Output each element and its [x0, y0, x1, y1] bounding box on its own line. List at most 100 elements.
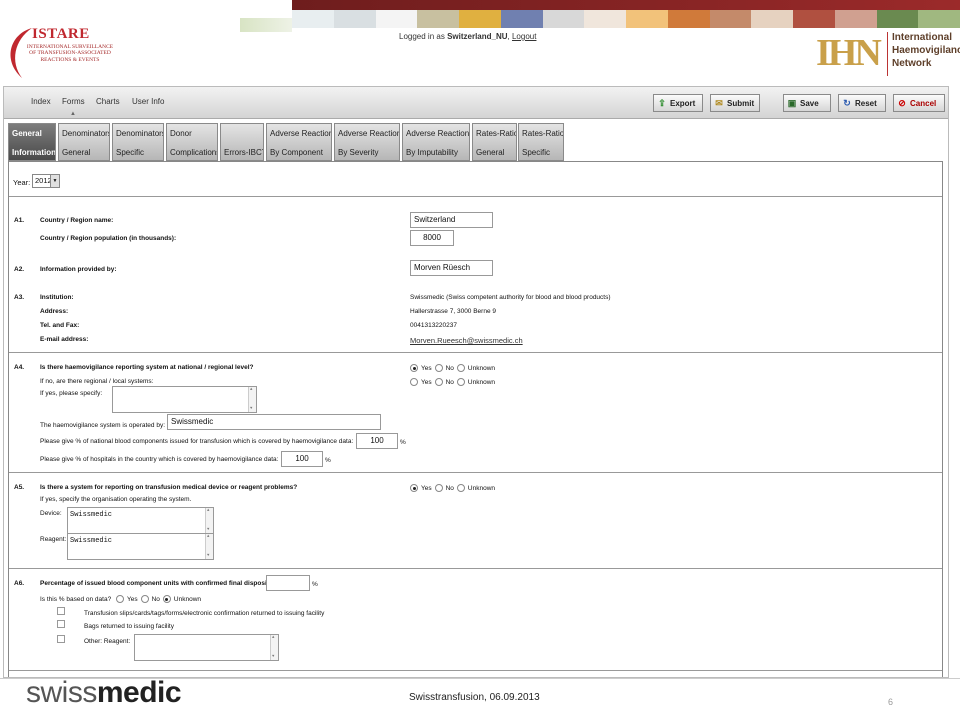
a6-unknown-radio[interactable]: [162, 595, 171, 603]
tab-line1: Adverse Reactions: [270, 129, 332, 138]
a6-percent-input[interactable]: [266, 575, 310, 591]
a5-radio-group: Yes No Unknown: [410, 484, 495, 492]
institution-value: Swissmedic (Swiss competent authority fo…: [410, 294, 611, 301]
radio-label: No: [445, 364, 454, 372]
tab-donor-complications[interactable]: Donor Complications: [166, 123, 218, 161]
section-id-a2: A2.: [14, 266, 25, 273]
header-image-strip-left: [240, 18, 292, 32]
radio-label: Unknown: [467, 378, 496, 386]
divider: [9, 472, 942, 473]
a4-regional-no-radio[interactable]: [434, 378, 443, 386]
a4-regional-unknown-radio[interactable]: [456, 378, 465, 386]
a4-unknown-radio[interactable]: [456, 364, 465, 372]
section-id-a4: A4.: [14, 364, 25, 371]
percent-sign: %: [312, 581, 318, 588]
scrollbar[interactable]: [205, 508, 213, 533]
radio-label: No: [445, 378, 454, 386]
tab-rates-ratio-general[interactable]: Rates-Ratio General: [472, 123, 517, 161]
scrollbar[interactable]: [248, 387, 256, 412]
submit-icon: ✉: [715, 98, 723, 108]
tab-general-information[interactable]: General Information: [8, 123, 56, 161]
menu-forms[interactable]: Forms: [62, 97, 85, 106]
tab-line1: Denominators: [62, 129, 110, 138]
tab-adverse-reactions-by-severity[interactable]: Adverse Reactions By Severity: [334, 123, 400, 161]
pct-blood-input[interactable]: 100: [356, 433, 398, 449]
tab-adverse-reactions-by-component[interactable]: Adverse Reactions By Component: [266, 123, 332, 161]
operated-by-label: The haemovigilance system is operated by…: [40, 422, 166, 429]
save-icon: ▣: [787, 98, 797, 108]
footer-caption: Swisstransfusion, 06.09.2013: [409, 692, 540, 703]
pct-hospitals-label: Please give % of hospitals in the countr…: [40, 456, 279, 463]
tab-denominators-specific[interactable]: Denominators Specific: [112, 123, 164, 161]
chevron-down-icon: ▼: [50, 175, 59, 187]
scrollbar[interactable]: [205, 534, 213, 559]
logout-link[interactable]: Logout: [512, 32, 536, 41]
tel-fax-value: 0041313220237: [410, 322, 457, 329]
a6-question: Percentage of issued blood component uni…: [40, 580, 281, 587]
a5-unknown-radio[interactable]: [456, 484, 465, 492]
a5-yes-radio[interactable]: [410, 484, 418, 492]
export-button[interactable]: ⇪ Export: [653, 94, 703, 112]
a4-regional-yes-radio[interactable]: [410, 378, 418, 386]
general-information-form: Year: 2012 ▼ A1. Country / Region name: …: [8, 161, 943, 677]
divider: [9, 352, 942, 353]
a5-no-radio[interactable]: [434, 484, 443, 492]
ihn-name: International Haemovigilance Network: [892, 31, 960, 70]
a4-yes-radio[interactable]: [410, 364, 418, 372]
operated-by-input[interactable]: Swissmedic: [167, 414, 381, 430]
cancel-button[interactable]: ⊘ Cancel: [893, 94, 945, 112]
year-select[interactable]: 2012 ▼: [32, 174, 60, 188]
address-label: Address:: [40, 308, 69, 315]
a6-option1-label: Transfusion slips/cards/tags/forms/elect…: [84, 610, 325, 617]
a6-no-radio[interactable]: [140, 595, 149, 603]
scrollbar[interactable]: [270, 635, 278, 660]
save-button[interactable]: ▣ Save: [783, 94, 831, 112]
country-name-input[interactable]: Switzerland: [410, 212, 493, 228]
population-input[interactable]: 8000: [410, 230, 454, 246]
istare-title: ISTARE: [32, 26, 90, 42]
tab-errors-ibct[interactable]: Errors-IBCT: [220, 123, 264, 161]
email-label: E-mail address:: [40, 336, 89, 343]
tab-line1: Rates-Ratio: [522, 129, 564, 138]
a6-option1-checkbox[interactable]: [57, 607, 65, 615]
reset-button[interactable]: ↻ Reset: [838, 94, 886, 112]
reagent-value: Swissmedic: [70, 537, 113, 545]
radio-label: Unknown: [467, 364, 496, 372]
istare-logo: ISTARE International Surveillance of Tra…: [2, 22, 114, 82]
regional-systems-label: If no, are there regional / local system…: [40, 378, 154, 385]
menu-index[interactable]: Index: [31, 97, 51, 106]
a4-no-radio[interactable]: [434, 364, 443, 372]
a6-option3-checkbox[interactable]: [57, 635, 65, 643]
menu-user-info[interactable]: User Info: [132, 97, 164, 106]
submit-button[interactable]: ✉ Submit: [710, 94, 760, 112]
section-id-a1: A1.: [14, 217, 25, 224]
tab-denominators-general[interactable]: Denominators General: [58, 123, 110, 161]
device-textarea[interactable]: Swissmedic: [67, 507, 214, 534]
istare-subtitle: International Surveillance of Transfusio…: [26, 44, 114, 63]
tab-line1: Denominators: [116, 129, 164, 138]
device-label: Device:: [40, 510, 62, 517]
a6-yes-radio[interactable]: [116, 595, 124, 603]
percent-sign: %: [325, 457, 331, 464]
pct-hospitals-input[interactable]: 100: [281, 451, 323, 467]
tab-line2: Specific: [116, 148, 145, 157]
section-id-a6: A6.: [14, 580, 25, 587]
tab-adverse-reactions-by-imputability[interactable]: Adverse Reactions By Imputability: [402, 123, 470, 161]
a6-option2-checkbox[interactable]: [57, 620, 65, 628]
tab-line2: Information: [12, 148, 56, 157]
based-on-data-label: Is this % based on data?: [40, 596, 112, 603]
app-window: Index Forms Charts User Info ▲ ⇪ Export …: [3, 86, 949, 678]
a5-question: Is there a system for reporting on trans…: [40, 484, 298, 491]
year-label: Year:: [13, 178, 31, 187]
menu-charts[interactable]: Charts: [96, 97, 120, 106]
tab-rates-ratio-specific[interactable]: Rates-Ratio Specific: [518, 123, 564, 161]
divider: [9, 196, 942, 197]
percent-sign: %: [400, 439, 406, 446]
regional-specify-textarea[interactable]: [112, 386, 257, 413]
a6-other-reagent-textarea[interactable]: [134, 634, 279, 661]
reset-label: Reset: [855, 98, 877, 108]
email-link[interactable]: Morven.Rueesch@swissmedic.ch: [410, 336, 523, 345]
tab-line2: By Imputability: [406, 148, 459, 157]
reagent-textarea[interactable]: Swissmedic: [67, 533, 214, 560]
provided-by-input[interactable]: Morven Rüesch: [410, 260, 493, 276]
